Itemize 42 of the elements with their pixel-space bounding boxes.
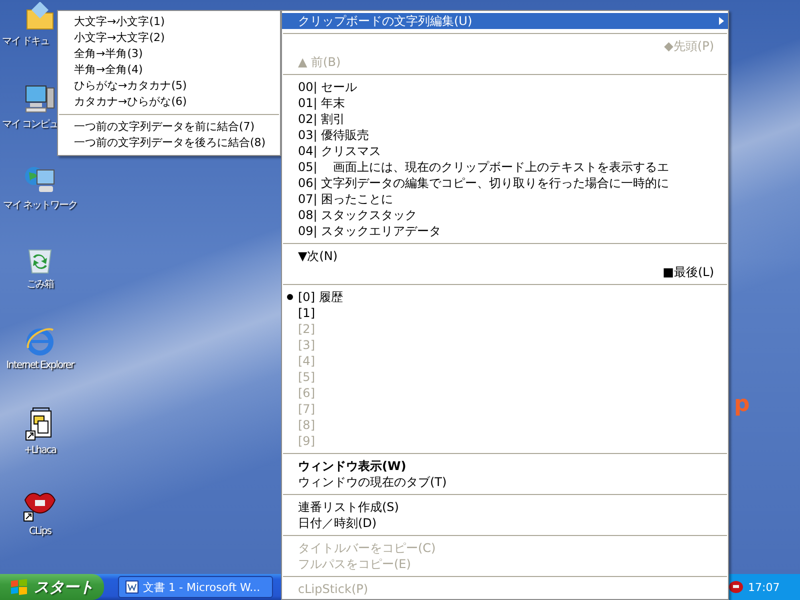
- menu-item[interactable]: 09| スタックエリアデータ: [282, 223, 728, 239]
- menu-item[interactable]: 07| 困ったことに: [282, 191, 728, 207]
- start-button[interactable]: スタート: [0, 574, 104, 600]
- menu-item[interactable]: 一つ前の文字列データを後ろに結合(8): [58, 135, 280, 151]
- submenu-arrow-icon: [719, 17, 724, 25]
- computer-icon[interactable]: [24, 83, 56, 115]
- menu-item[interactable]: 大文字→小文字(1): [58, 14, 280, 30]
- desktop-icon-label[interactable]: マイ コンピュ: [2, 119, 58, 131]
- menu-item[interactable]: ウィンドウの現在のタブ(T): [282, 474, 728, 490]
- menu-item[interactable]: 半角→全角(4): [58, 62, 280, 78]
- menu-item[interactable]: [0] 履歴: [282, 289, 728, 305]
- menu-item[interactable]: 00| セール: [282, 79, 728, 95]
- desktop-icon-label[interactable]: CLips: [29, 526, 51, 538]
- menu-item[interactable]: 08| スタックスタック: [282, 207, 728, 223]
- menu-item[interactable]: ひらがな→カタカナ(5): [58, 78, 280, 94]
- menu-item[interactable]: 05| 画面上には、現在のクリップボード上のテキストを表示するエ: [282, 159, 728, 175]
- menu-item[interactable]: 一つ前の文字列データを前に結合(7): [58, 119, 280, 135]
- menu-item[interactable]: クリップボードの文字列編集(U): [282, 13, 728, 29]
- taskbar-window-button[interactable]: 文書 1 - Microsoft W...: [118, 576, 273, 598]
- menu-item[interactable]: [1]: [282, 305, 728, 321]
- menu-item[interactable]: 06| 文字列データの編集でコピー、切り取りを行った場合に一時的に: [282, 175, 728, 191]
- folder-icon[interactable]: [25, 2, 55, 32]
- document-icon: [125, 580, 139, 594]
- desktop-icon-label[interactable]: マイ ネットワーク: [2, 200, 78, 212]
- desktop-icon-label[interactable]: ごみ箱: [26, 279, 54, 291]
- menu-item[interactable]: 連番リスト作成(S): [282, 499, 728, 515]
- lips-tray-icon[interactable]: [728, 580, 744, 594]
- menu-item[interactable]: 小文字→大文字(2): [58, 30, 280, 46]
- menu-item[interactable]: 全角→半角(3): [58, 46, 280, 62]
- wallpaper-logo-text: p: [734, 392, 750, 417]
- desktop-icon-label[interactable]: マイ ドキュ: [2, 36, 50, 48]
- flag-logo-icon: [10, 579, 28, 595]
- menu-item[interactable]: ウィンドウ表示(W): [282, 458, 728, 474]
- menu-item[interactable]: 03| 優待販売: [282, 127, 728, 143]
- menu-item[interactable]: 01| 年末: [282, 95, 728, 111]
- menu-item[interactable]: 日付／時刻(D): [282, 515, 728, 531]
- menu-item[interactable]: ▼次(N): [282, 248, 728, 264]
- menu-item[interactable]: ■最後(L): [282, 264, 728, 280]
- clock: 17:07: [748, 580, 780, 594]
- menu-item[interactable]: 02| 割引: [282, 111, 728, 127]
- menu-item[interactable]: カタカナ→ひらがな(6): [58, 94, 280, 110]
- menu-item[interactable]: 04| クリスマス: [282, 143, 728, 159]
